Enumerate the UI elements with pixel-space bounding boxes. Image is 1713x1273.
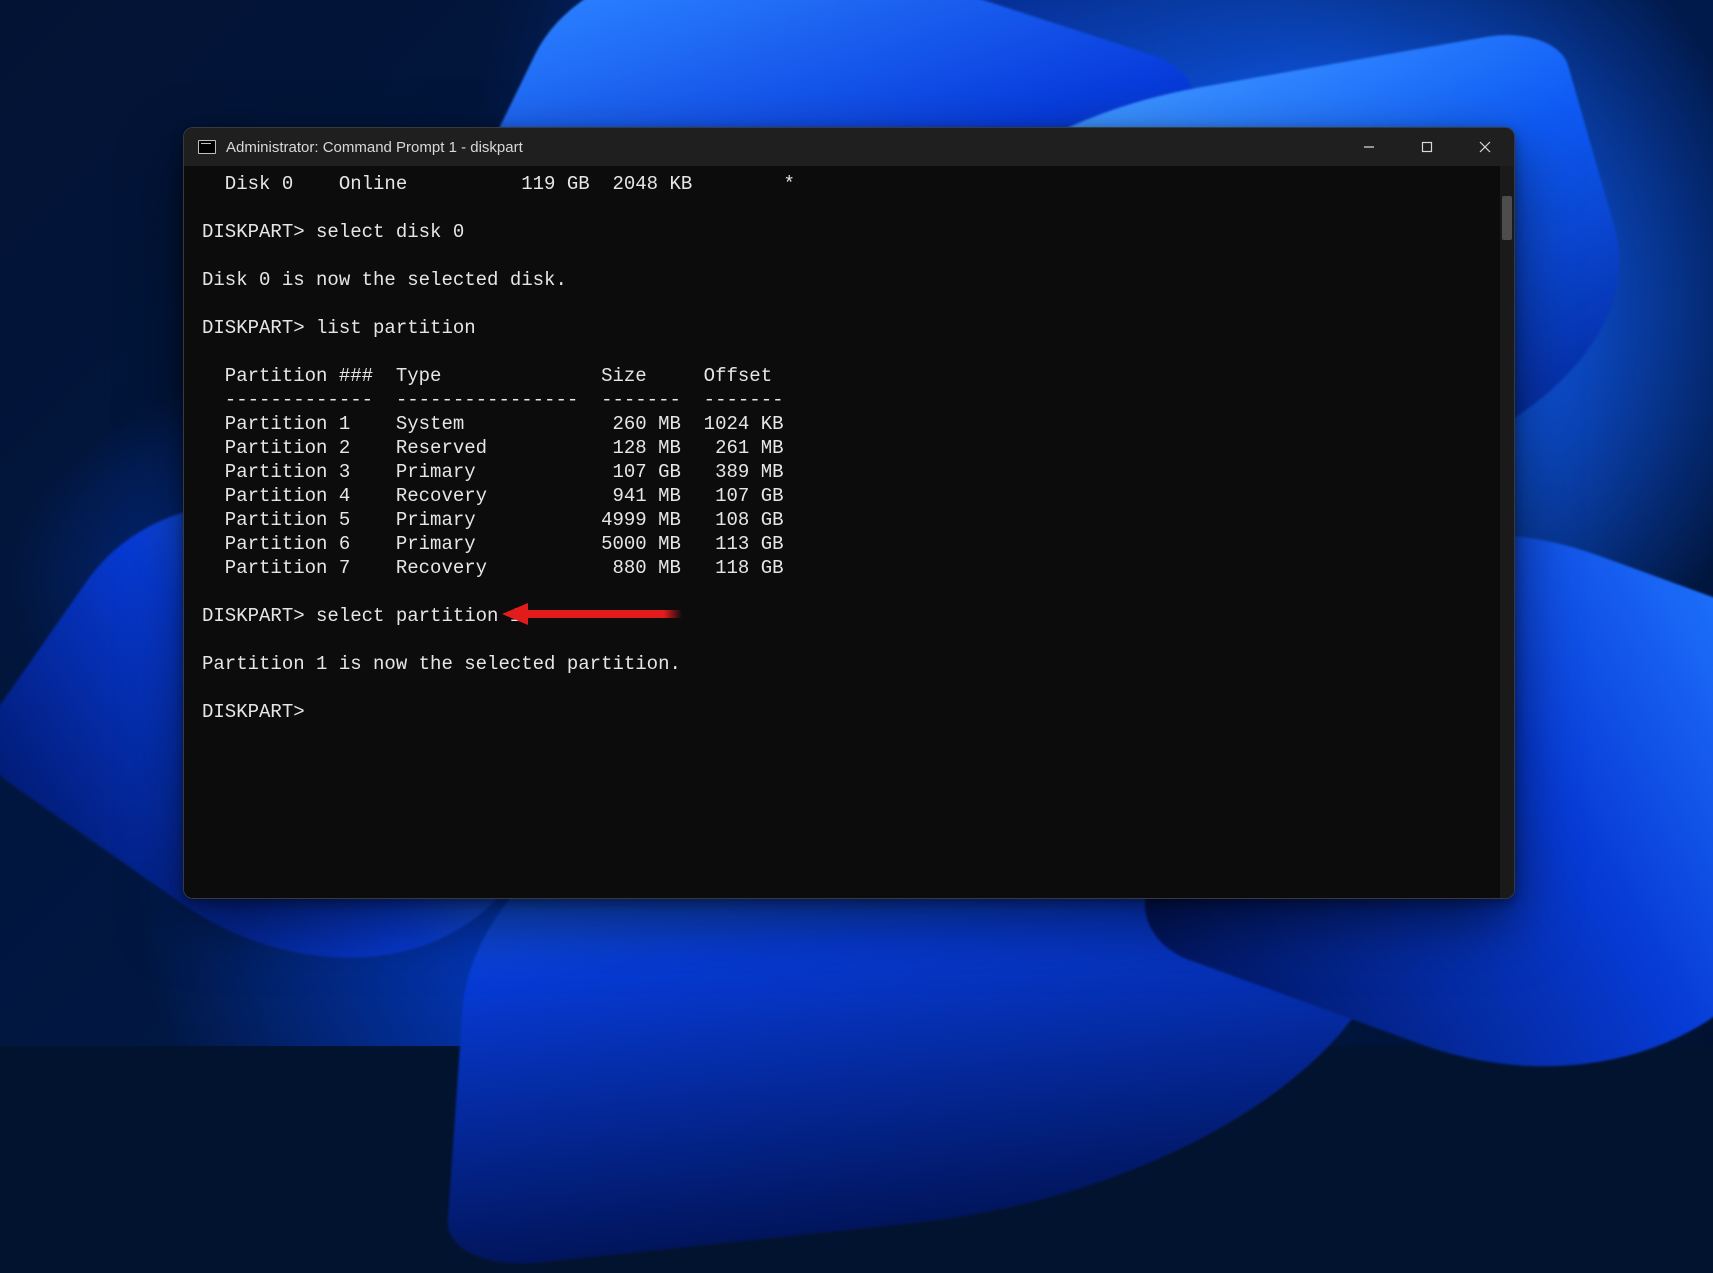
scrollbar-track[interactable] — [1500, 166, 1514, 898]
msg-partition-selected: Partition 1 is now the selected partitio… — [202, 653, 681, 675]
diskpart-prompt: DISKPART> — [202, 701, 305, 723]
msg-disk-selected: Disk 0 is now the selected disk. — [202, 269, 567, 291]
partition-header: Partition ### Type Size Offset — [202, 365, 772, 387]
partition-row: Partition 7 Recovery 880 MB 118 GB — [202, 557, 784, 579]
command-prompt-window: Administrator: Command Prompt 1 - diskpa… — [183, 127, 1515, 899]
minimize-button[interactable] — [1340, 128, 1398, 166]
window-title: Administrator: Command Prompt 1 - diskpa… — [226, 139, 523, 156]
partition-separator: ------------- ---------------- ------- -… — [202, 389, 784, 411]
cmd-list-partition: DISKPART> list partition — [202, 317, 476, 339]
cmd-select-partition: DISKPART> select partition 1 — [202, 605, 521, 627]
cmd-icon — [198, 140, 216, 154]
terminal-output[interactable]: Disk 0 Online 119 GB 2048 KB * DISKPART>… — [184, 166, 1504, 898]
cmd-select-disk: DISKPART> select disk 0 — [202, 221, 464, 243]
close-button[interactable] — [1456, 128, 1514, 166]
partition-row: Partition 6 Primary 5000 MB 113 GB — [202, 533, 784, 555]
titlebar[interactable]: Administrator: Command Prompt 1 - diskpa… — [184, 128, 1514, 166]
partition-row: Partition 5 Primary 4999 MB 108 GB — [202, 509, 784, 531]
partition-row: Partition 3 Primary 107 GB 389 MB — [202, 461, 784, 483]
partition-row: Partition 4 Recovery 941 MB 107 GB — [202, 485, 784, 507]
partition-row: Partition 2 Reserved 128 MB 261 MB — [202, 437, 784, 459]
disk-list-row: Disk 0 Online 119 GB 2048 KB * — [202, 173, 795, 195]
scrollbar-thumb[interactable] — [1502, 196, 1512, 240]
maximize-button[interactable] — [1398, 128, 1456, 166]
partition-row: Partition 1 System 260 MB 1024 KB — [202, 413, 784, 435]
